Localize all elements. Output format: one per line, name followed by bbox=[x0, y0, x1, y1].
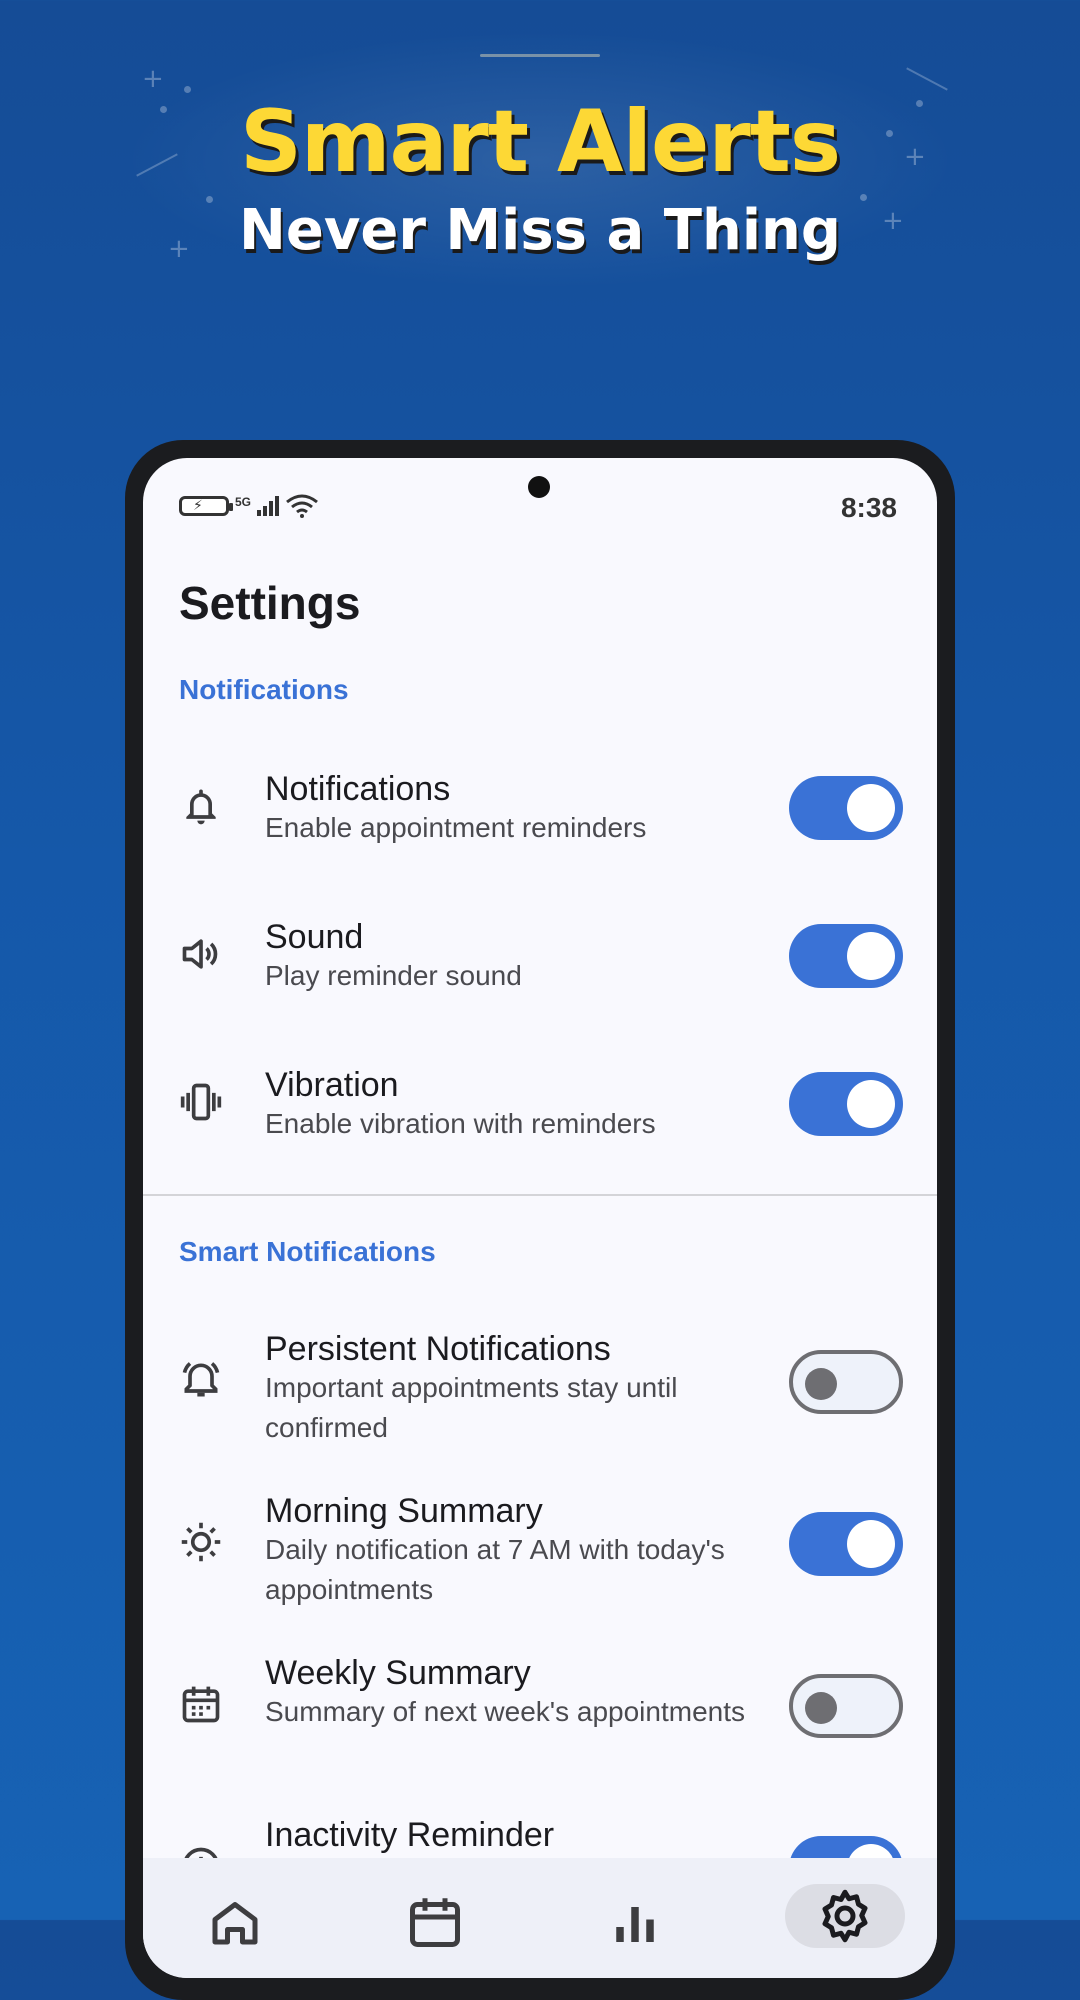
sun-icon bbox=[181, 1522, 221, 1562]
nav-calendar[interactable] bbox=[405, 1892, 465, 1952]
home-icon bbox=[212, 1902, 258, 1945]
nav-statistics[interactable] bbox=[605, 1892, 665, 1952]
sparkle-icon: + bbox=[142, 64, 164, 94]
nav-home[interactable] bbox=[205, 1892, 265, 1952]
battery-icon: ⚡ bbox=[179, 496, 233, 516]
bell-icon bbox=[186, 789, 216, 825]
setting-subtitle: Enable appointment reminders bbox=[265, 812, 647, 843]
alarm-bell-icon bbox=[182, 1362, 220, 1397]
morning-summary-toggle[interactable] bbox=[789, 1512, 903, 1576]
promo-headline: Smart Alerts bbox=[239, 92, 841, 192]
setting-title: Weekly Summary bbox=[265, 1654, 531, 1692]
weekly-summary-toggle[interactable] bbox=[789, 1674, 903, 1738]
status-time: 8:38 bbox=[840, 492, 897, 523]
bottom-navigation bbox=[143, 1858, 937, 1978]
setting-title: Sound bbox=[265, 918, 364, 956]
notifications-toggle[interactable] bbox=[789, 776, 903, 840]
setting-subtitle: Play reminder sound bbox=[265, 960, 522, 991]
speaker-icon bbox=[182, 939, 218, 969]
page-title: Settings bbox=[179, 577, 361, 629]
section-divider bbox=[143, 1194, 937, 1196]
network-type: 5G bbox=[235, 495, 252, 509]
section-title-smart-notifications: Smart Notifications bbox=[179, 1236, 436, 1267]
setting-title: Inactivity Reminder bbox=[265, 1816, 555, 1854]
phone-frame: ⚡ 5G 8:38 Settings Notifications Notific… bbox=[125, 440, 955, 2000]
bar-chart-icon bbox=[616, 1907, 654, 1942]
section-title-notifications: Notifications bbox=[179, 674, 349, 705]
phone-screen: ⚡ 5G 8:38 Settings Notifications Notific… bbox=[143, 458, 937, 1978]
sound-toggle[interactable] bbox=[789, 924, 903, 988]
promo-banner: + + + + Smart Alerts Never Miss a Thing bbox=[0, 0, 1080, 330]
decorative-line bbox=[480, 54, 600, 57]
setting-subtitle: Important appointments stay until confir… bbox=[265, 1372, 678, 1443]
nav-settings[interactable] bbox=[785, 1884, 905, 1948]
gear-icon bbox=[822, 1889, 868, 1943]
status-icons: ⚡ 5G bbox=[179, 494, 319, 518]
setting-subtitle: Summary of next week's appointments bbox=[265, 1696, 746, 1727]
setting-subtitle: Enable vibration with reminders bbox=[265, 1108, 656, 1139]
calendar-icon bbox=[410, 1898, 460, 1947]
vibration-icon bbox=[180, 1083, 222, 1121]
wifi-icon bbox=[286, 494, 318, 518]
calendar-icon bbox=[182, 1686, 220, 1723]
status-bar: ⚡ 5G 8:38 bbox=[143, 458, 937, 523]
vibration-toggle[interactable] bbox=[789, 1072, 903, 1136]
promo-subheadline: Never Miss a Thing bbox=[238, 198, 842, 263]
signal-icon bbox=[257, 496, 280, 516]
setting-title: Vibration bbox=[265, 1066, 399, 1104]
setting-subtitle: Daily notification at 7 AM with today's … bbox=[265, 1534, 725, 1605]
front-camera bbox=[528, 476, 550, 498]
persistent-notifications-toggle[interactable] bbox=[789, 1350, 903, 1414]
setting-title: Persistent Notifications bbox=[265, 1330, 611, 1368]
setting-title: Notifications bbox=[265, 770, 451, 808]
setting-title: Morning Summary bbox=[265, 1492, 543, 1530]
